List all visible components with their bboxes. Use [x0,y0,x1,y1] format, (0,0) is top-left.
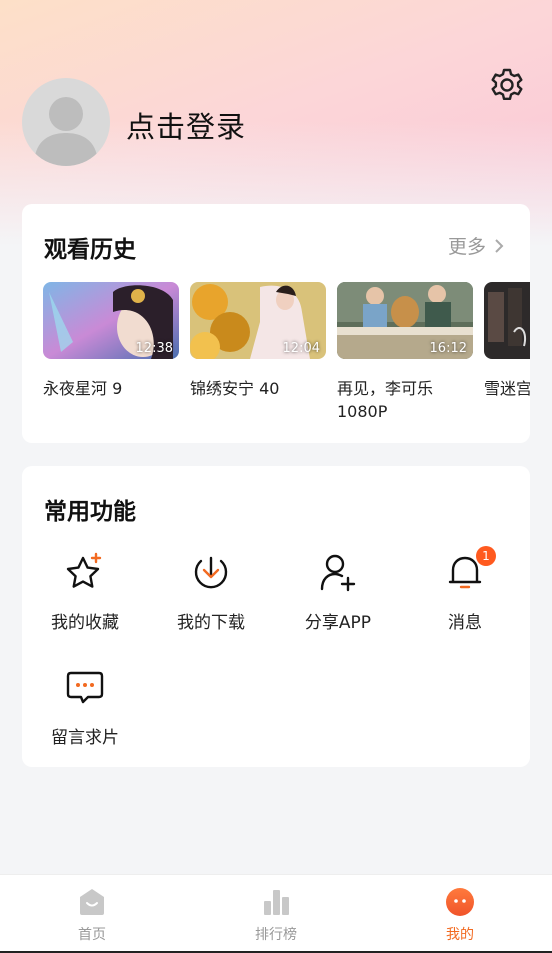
video-title: 锦绣安宁 40 [190,379,280,398]
star-icon [65,552,105,592]
common-functions-card: 常用功能 我的收藏 我的下载 分享APP 1 消息 留言求片 [22,466,530,767]
add-user-icon [318,552,358,592]
history-item[interactable]: 12:38 永夜星河 9 [43,282,179,400]
share-app-button[interactable]: 分享APP [278,552,398,633]
login-button[interactable]: 点击登录 [126,104,246,146]
messages-label: 消息 [448,613,482,633]
video-thumbnail: 12:38 [43,282,179,359]
more-link[interactable]: 更多 [448,232,504,259]
common-functions-title: 常用功能 [44,499,136,525]
favorites-button[interactable]: 我的收藏 [25,552,145,633]
notification-badge: 1 [476,546,496,566]
downloads-button[interactable]: 我的下载 [151,552,271,633]
favorites-label: 我的收藏 [51,613,119,633]
downloads-label: 我的下载 [177,613,245,633]
download-icon [191,552,231,592]
ranking-icon [261,887,291,917]
profile-icon [445,887,475,917]
nav-home-label: 首页 [78,927,106,943]
history-item[interactable]: 雪迷宫 [484,282,530,400]
video-duration: 12:04 [282,341,320,356]
nav-profile-label: 我的 [446,927,474,943]
share-app-label: 分享APP [304,613,372,633]
history-list[interactable]: 12:38 永夜星河 9 12:04 锦绣安宁 40 16:12 再见，李可乐 … [43,282,530,432]
bottom-navigation: 首页 排行榜 我的 [0,874,552,953]
watch-history-title: 观看历史 [44,237,136,263]
request-movie-label: 留言求片 [51,728,119,748]
video-duration: 12:38 [135,341,173,356]
bell-icon: 1 [445,546,496,592]
avatar[interactable] [22,78,110,166]
more-label: 更多 [447,236,486,258]
video-title: 再见，李可乐 1080P [337,379,434,421]
messages-button[interactable]: 1 消息 [405,546,525,633]
watch-history-card: 观看历史 更多 12:38 永夜星河 9 12:04 锦绣安宁 40 16:12… [22,204,530,443]
message-icon [65,667,105,707]
video-title: 永夜星河 9 [43,379,123,398]
chevron-right-icon [495,238,504,253]
nav-home[interactable]: 首页 [0,875,184,952]
home-icon [77,887,107,917]
video-title: 雪迷宫 [484,379,530,398]
request-movie-button[interactable]: 留言求片 [25,667,145,748]
video-thumbnail: 16:12 [337,282,473,359]
nav-profile[interactable]: 我的 [368,875,552,952]
nav-ranking-label: 排行榜 [255,927,297,943]
video-thumbnail: 12:04 [190,282,326,359]
history-item[interactable]: 12:04 锦绣安宁 40 [190,282,326,400]
video-duration: 16:12 [429,341,467,356]
history-item[interactable]: 16:12 再见，李可乐 1080P [337,282,473,423]
nav-ranking[interactable]: 排行榜 [184,875,368,952]
settings-gear-icon[interactable] [489,67,525,103]
video-thumbnail [484,282,530,359]
